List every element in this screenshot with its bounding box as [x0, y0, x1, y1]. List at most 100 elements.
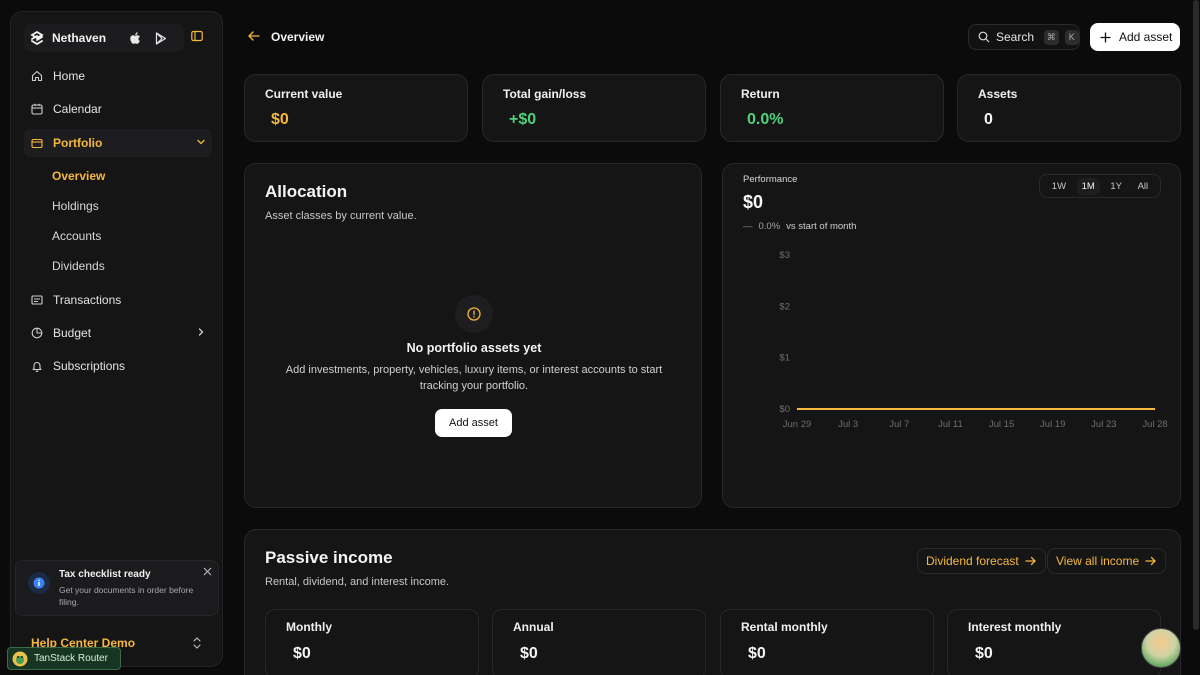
- devtools-button[interactable]: TanStack Router: [7, 647, 121, 670]
- passive-income-panel: Passive income Rental, dividend, and int…: [244, 529, 1181, 675]
- x-tick-label: Jul 3: [838, 419, 858, 430]
- play-store-icon[interactable]: [155, 31, 167, 45]
- kbd-k: K: [1064, 29, 1079, 45]
- arrow-right-icon: [1145, 556, 1157, 566]
- sidebar-item-label: Calendar: [53, 102, 102, 116]
- income-card-rental-monthly: Rental monthly $0: [720, 609, 934, 675]
- performance-panel: Performance $0 — 0.0% vs start of month …: [722, 163, 1181, 508]
- stat-label: Total gain/loss: [503, 87, 587, 101]
- apple-icon[interactable]: [130, 31, 141, 45]
- passive-income-title: Passive income: [265, 548, 393, 567]
- sidebar: Nethaven Home Calendar Portfolio Overvie…: [10, 11, 223, 667]
- sidebar-item-label: Budget: [53, 326, 92, 340]
- dividend-forecast-button[interactable]: Dividend forecast: [917, 548, 1046, 574]
- calendar-icon: [31, 103, 43, 115]
- income-label: Annual: [513, 620, 554, 634]
- sidebar-item-home[interactable]: Home: [24, 62, 212, 90]
- performance-chart: $3 $2 $1 $0 Jun 29 Jul 3 Jul 7 Jul 11 Jul 15 Jul …: [779, 250, 1167, 430]
- sidebar-item-label: Transactions: [53, 293, 122, 307]
- income-card-monthly: Monthly $0: [265, 609, 479, 675]
- search-button[interactable]: Search ⌘ K: [968, 24, 1080, 50]
- y-tick-label: $0: [779, 404, 790, 415]
- info-icon: [28, 572, 50, 594]
- income-label: Interest monthly: [968, 620, 1062, 634]
- tax-checklist-toast[interactable]: Tax checklist ready Get your documents i…: [15, 560, 219, 616]
- toast-body: Get your documents in order before filin…: [59, 585, 194, 607]
- search-label: Search: [996, 30, 1035, 44]
- income-label: Monthly: [286, 620, 332, 634]
- allocation-subtitle: Asset classes by current value.: [265, 210, 417, 222]
- page-title: Overview: [271, 30, 325, 44]
- search-icon: [978, 31, 990, 43]
- income-card-interest-monthly: Interest monthly $0: [947, 609, 1161, 675]
- income-value: $0: [748, 645, 766, 662]
- empty-add-asset-button[interactable]: Add asset: [435, 409, 512, 437]
- passive-income-subtitle: Rental, dividend, and interest income.: [265, 576, 450, 588]
- x-tick-label: Jul 28: [1142, 419, 1167, 430]
- sidebar-item-transactions[interactable]: Transactions: [24, 286, 212, 314]
- allocation-panel: Allocation Asset classes by current valu…: [244, 163, 702, 508]
- plus-icon: [1100, 31, 1111, 43]
- add-asset-label: Add asset: [1119, 30, 1173, 44]
- add-asset-button[interactable]: Add asset: [1090, 23, 1180, 51]
- brand-switcher[interactable]: Nethaven: [24, 24, 184, 52]
- assistant-avatar-button[interactable]: [1141, 628, 1181, 668]
- x-tick-label: Jul 23: [1091, 419, 1116, 430]
- stat-label: Assets: [978, 87, 1018, 101]
- x-tick-label: Jun 29: [783, 419, 812, 430]
- receipt-icon: [31, 294, 43, 306]
- sidebar-item-calendar[interactable]: Calendar: [24, 95, 212, 123]
- home-icon: [31, 70, 43, 82]
- income-value: $0: [293, 645, 311, 662]
- sidebar-subitem-accounts[interactable]: Accounts: [52, 229, 101, 243]
- x-tick-label: Jul 11: [938, 419, 963, 430]
- toast-title: Tax checklist ready: [59, 569, 151, 580]
- empty-state-title: No portfolio assets yet: [406, 341, 542, 355]
- sidebar-subitem-holdings[interactable]: Holdings: [52, 199, 99, 213]
- wallet-icon: [31, 137, 43, 149]
- stat-value: 0: [984, 111, 993, 128]
- income-label: Rental monthly: [741, 620, 828, 634]
- x-tick-label: Jul 15: [989, 419, 1014, 430]
- sidebar-item-label: Home: [53, 69, 86, 83]
- y-tick-label: $1: [779, 353, 790, 364]
- allocation-title: Allocation: [265, 182, 348, 201]
- sidebar-item-label: Portfolio: [53, 136, 103, 150]
- x-tick-label: Jul 7: [889, 419, 909, 430]
- back-arrow-icon[interactable]: [247, 30, 261, 42]
- income-card-annual: Annual $0: [492, 609, 706, 675]
- dividend-forecast-label: Dividend forecast: [926, 554, 1019, 568]
- stat-card-assets: Assets 0: [957, 74, 1181, 142]
- arrow-right-icon: [1025, 556, 1037, 566]
- chevron-right-icon[interactable]: [196, 327, 206, 337]
- stat-card-return: Return 0.0%: [720, 74, 944, 142]
- pie-chart-icon: [31, 327, 43, 339]
- sidebar-subitem-dividends[interactable]: Dividends: [52, 259, 105, 273]
- bell-icon: [31, 360, 43, 372]
- sidebar-toggle-icon[interactable]: [191, 30, 203, 42]
- sidebar-item-portfolio[interactable]: Portfolio: [24, 129, 212, 157]
- view-all-income-button[interactable]: View all income: [1047, 548, 1167, 574]
- stat-card-current-value: Current value $0: [244, 74, 468, 142]
- logo-icon: [30, 31, 44, 45]
- sidebar-item-label: Subscriptions: [53, 359, 126, 373]
- sidebar-subitem-overview[interactable]: Overview: [52, 169, 105, 183]
- stat-value: 0.0%: [747, 111, 784, 128]
- chevron-down-icon[interactable]: [196, 137, 206, 147]
- tanstack-logo-icon: [12, 651, 28, 667]
- chevron-updown-icon[interactable]: [192, 636, 202, 650]
- sidebar-item-budget[interactable]: Budget: [24, 319, 212, 347]
- close-icon[interactable]: [203, 567, 212, 576]
- page-scrollbar[interactable]: [1193, 0, 1199, 630]
- income-value: $0: [520, 645, 538, 662]
- stat-card-total-gain-loss: Total gain/loss +$0: [482, 74, 706, 142]
- sidebar-item-subscriptions[interactable]: Subscriptions: [24, 352, 212, 380]
- empty-state-body: Add investments, property, vehicles, lux…: [285, 364, 663, 392]
- y-tick-label: $2: [779, 301, 790, 312]
- devtools-label: TanStack Router: [34, 653, 108, 664]
- view-all-income-label: View all income: [1056, 554, 1140, 568]
- kbd-cmd: ⌘: [1044, 29, 1059, 45]
- stat-value: $0: [271, 111, 289, 128]
- stat-label: Return: [741, 87, 780, 101]
- x-tick-label: Jul 19: [1040, 419, 1065, 430]
